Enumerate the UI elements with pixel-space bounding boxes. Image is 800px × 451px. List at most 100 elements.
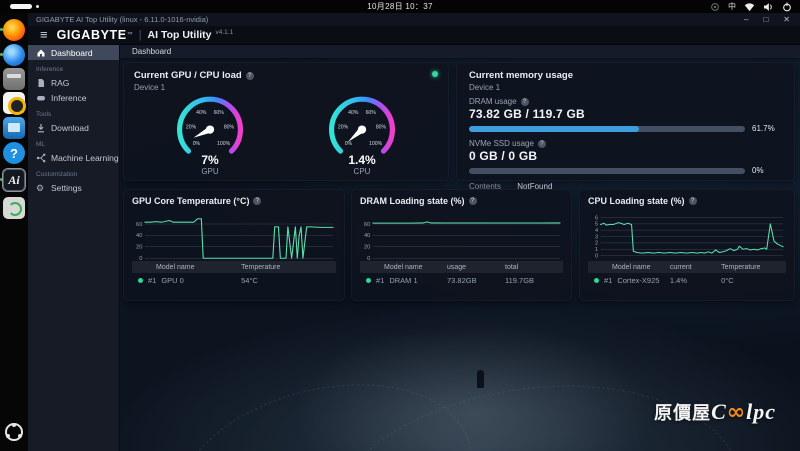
ml-branch-icon (36, 153, 46, 163)
app-version: v4.1.1 (216, 29, 234, 36)
svg-text:0: 0 (367, 256, 370, 261)
cpu-load-label: CPU (354, 167, 371, 176)
ubuntu-launcher-icon[interactable] (5, 423, 23, 441)
gpu-load-value: 7% (201, 154, 218, 166)
svg-text:20: 20 (136, 245, 142, 251)
media-player-icon[interactable] (3, 92, 25, 114)
os-top-bar: 10月28日 10：37 中 (0, 0, 800, 13)
svg-text:40: 40 (364, 233, 370, 239)
software-app-icon[interactable] (3, 117, 25, 139)
sidebar-item-download[interactable]: Download (28, 120, 119, 135)
package-manager-icon[interactable] (3, 197, 25, 219)
sidebar-item-machine-learning[interactable]: Machine Learning (28, 150, 119, 165)
file-manager-icon[interactable] (3, 68, 25, 90)
device-label: Device 1 (134, 83, 438, 92)
download-icon (36, 123, 46, 133)
sidebar-section-customization: Customization (28, 165, 119, 180)
home-icon (36, 48, 46, 58)
svg-text:2: 2 (595, 241, 598, 247)
svg-text:5: 5 (595, 222, 598, 228)
nvme-usage-value: 0 GB / 0 GB (469, 149, 782, 163)
app-header: ≡ GIGABYTE ™ | AI Top Utility v4.1.1 (28, 26, 800, 45)
table-row: #1 DRAM 1 73.82GB 119.7GB (360, 273, 563, 287)
panel-cpu-loading: CPU Loading state (%) ? 0123456 Model na… (579, 189, 795, 301)
status-dot (432, 71, 438, 77)
svg-text:0: 0 (595, 254, 598, 260)
volume-icon[interactable] (763, 2, 774, 12)
sidebar-item-dashboard[interactable]: Dashboard (28, 45, 119, 60)
legend-dot (366, 278, 371, 283)
dram-usage-label: DRAM usage (469, 97, 517, 106)
panel-dram-loading: DRAM Loading state (%) ? 0204060 Model n… (351, 189, 572, 301)
brand-separator: | (139, 29, 142, 41)
window-titlebar[interactable]: GIGABYTE AI Top Utility (linux - 6.11.0-… (28, 13, 800, 26)
svg-text:60%: 60% (366, 110, 377, 116)
svg-text:100%: 100% (369, 141, 383, 147)
ime-indicator[interactable]: 中 (728, 1, 736, 12)
device-label: Device 1 (469, 83, 782, 92)
sidebar-item-settings[interactable]: ⚙ Settings (28, 180, 119, 195)
svg-text:100%: 100% (217, 141, 231, 147)
svg-text:80%: 80% (376, 124, 387, 130)
svg-text:20%: 20% (338, 124, 349, 130)
sidebar: Dashboard Inference RAG Inference Tools … (28, 45, 119, 451)
chat-icon (36, 93, 46, 103)
hamburger-menu-icon[interactable]: ≡ (28, 26, 57, 44)
info-icon[interactable]: ? (538, 140, 546, 148)
svg-text:4: 4 (595, 228, 598, 234)
brand-logo: GIGABYTE (57, 28, 127, 42)
table-row: #1 Cortex-X925 1.4% 0°C (588, 273, 786, 287)
svg-text:0%: 0% (345, 141, 353, 147)
panel-title: Current memory usage (469, 70, 573, 81)
dram-loading-chart: 0 20 40 60 (360, 209, 563, 261)
dram-progress-fill (469, 126, 639, 132)
info-icon[interactable]: ? (246, 72, 254, 80)
chart-title: GPU Core Temperature (°C) (132, 196, 249, 206)
maximize-button[interactable]: □ (763, 13, 768, 26)
svg-text:0: 0 (139, 256, 142, 261)
info-icon[interactable]: ? (521, 98, 529, 106)
svg-text:40%: 40% (196, 110, 207, 116)
app-name: AI Top Utility (148, 29, 212, 41)
power-icon[interactable] (782, 2, 792, 12)
sidebar-item-rag[interactable]: RAG (28, 75, 119, 90)
minimize-button[interactable]: – (744, 13, 748, 26)
trademark-mark: ™ (127, 32, 133, 38)
background-figure (477, 370, 484, 388)
help-icon[interactable]: ? (3, 142, 25, 164)
thunderbird-icon[interactable] (3, 44, 25, 66)
svg-text:20: 20 (364, 245, 370, 251)
dram-progress-bar (469, 126, 745, 132)
sidebar-item-inference[interactable]: Inference (28, 90, 119, 105)
info-icon[interactable]: ? (253, 197, 261, 205)
svg-text:60: 60 (364, 222, 370, 228)
gear-icon: ⚙ (36, 183, 46, 193)
info-icon[interactable]: ? (689, 197, 697, 205)
gpu-temperature-chart: 0204060 (132, 209, 336, 261)
dock: ? Ai (0, 13, 28, 451)
watermark: 原價屋C∞lpc (654, 399, 776, 425)
close-button[interactable]: ✕ (783, 13, 790, 26)
svg-text:0%: 0% (193, 141, 201, 147)
desktop-screen: 10月28日 10：37 中 ? (0, 0, 800, 451)
cpu-load-gauge: 0%20%40%60%80%100% 1.4% CPU (286, 92, 438, 176)
cpu-load-value: 1.4% (348, 154, 375, 166)
gpu-load-gauge: 0%20%40%60%80%100% 7% GPU (134, 92, 286, 176)
table-header: Model name usage total (360, 261, 563, 273)
sidebar-section-inference: Inference (28, 60, 119, 75)
svg-text:80%: 80% (224, 124, 235, 130)
ai-top-utility-icon[interactable]: Ai (3, 169, 25, 191)
table-header: Model name current Temperature (588, 261, 786, 273)
info-icon[interactable]: ? (469, 197, 477, 205)
wifi-icon[interactable] (744, 2, 755, 12)
indicator-circle-icon[interactable] (710, 2, 720, 12)
sidebar-section-tools: Tools (28, 105, 119, 120)
panel-title: Current GPU / CPU load (134, 70, 242, 81)
nvme-percent-label: 0% (752, 166, 782, 175)
svg-text:40: 40 (136, 233, 142, 239)
os-clock[interactable]: 10月28日 10：37 (0, 1, 800, 12)
gauge-dial: 0%20%40%60%80%100% (169, 92, 251, 156)
sidebar-section-ml: ML (28, 135, 119, 150)
table-header: Model name Temperature (132, 261, 336, 273)
firefox-icon[interactable] (3, 19, 25, 41)
